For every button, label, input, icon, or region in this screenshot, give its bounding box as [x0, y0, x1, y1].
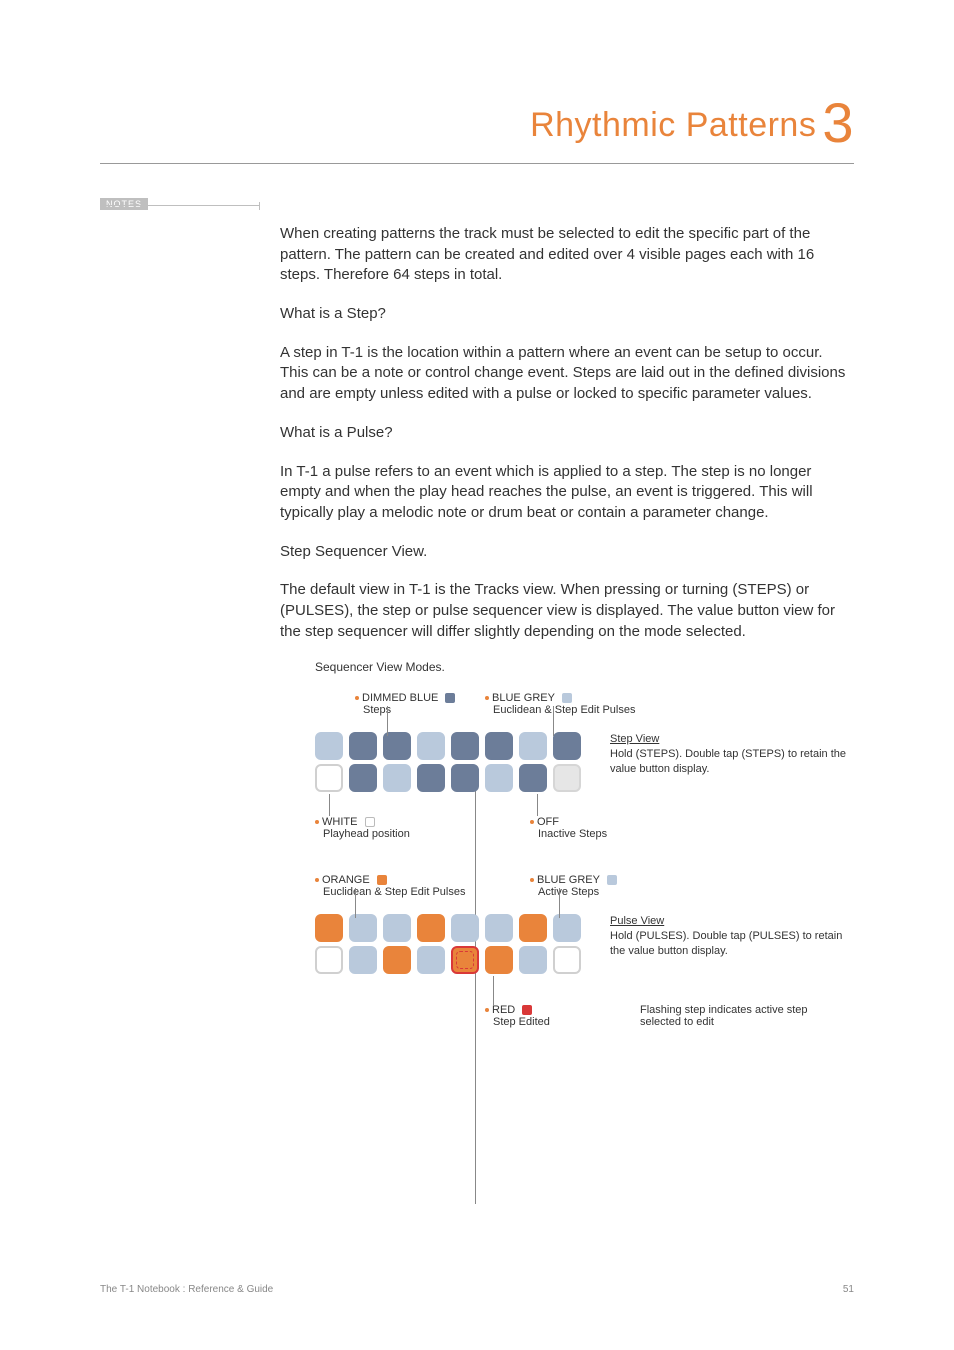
pointer-line: [537, 794, 538, 816]
legend-white: WHITE Playhead position: [315, 816, 530, 840]
bullet-icon: [315, 878, 319, 882]
pulse-cell: [485, 914, 513, 942]
bullet-icon: [485, 696, 489, 700]
chapter-number: 3: [822, 91, 854, 154]
heading-step: What is a Step?: [280, 304, 850, 325]
step-cell: [553, 764, 581, 792]
pulse-cell: [383, 946, 411, 974]
pointer-line: [559, 888, 560, 918]
pulse-cell: [315, 946, 343, 974]
pulse-cell: [519, 914, 547, 942]
swatch-icon: [365, 817, 375, 827]
pulse-cell: [417, 914, 445, 942]
legend-blue-grey: BLUE GREY Euclidean & Step Edit Pulses: [485, 692, 635, 716]
paragraph: A step in T-1 is the location within a p…: [280, 343, 850, 405]
step-cell: [349, 764, 377, 792]
pointer-line: [387, 706, 388, 736]
step-cell: [417, 732, 445, 760]
body-column: When creating patterns the track must be…: [280, 224, 850, 642]
bullet-icon: [485, 1008, 489, 1012]
bullet-icon: [530, 878, 534, 882]
step-view-note: Step View Hold (STEPS). Double tap (STEP…: [610, 732, 850, 777]
notes-sidebar: NOTES: [100, 194, 260, 206]
paragraph: When creating patterns the track must be…: [280, 224, 850, 286]
footer-page-number: 51: [843, 1284, 854, 1295]
step-cell: [417, 764, 445, 792]
pulse-cell: [417, 946, 445, 974]
paragraph: The default view in T-1 is the Tracks vi…: [280, 580, 850, 642]
bullet-icon: [355, 696, 359, 700]
swatch-icon: [562, 693, 572, 703]
step-cell: [451, 732, 479, 760]
pointer-line: [553, 706, 554, 736]
step-cell: [315, 764, 343, 792]
pulse-cell: [485, 946, 513, 974]
step-cell: [485, 732, 513, 760]
legend-dimmed-blue: DIMMED BLUE Steps: [355, 692, 485, 716]
step-cell: [519, 732, 547, 760]
swatch-icon: [522, 1005, 532, 1015]
pulse-view-note: Pulse View Hold (PULSES). Double tap (PU…: [610, 914, 850, 959]
pulse-cell: [349, 914, 377, 942]
pulse-cell: [553, 914, 581, 942]
flashing-note: Flashing step indicates active step sele…: [640, 1004, 810, 1028]
step-cell: [349, 732, 377, 760]
pulse-cell-edited: [451, 946, 479, 974]
pulse-cell: [349, 946, 377, 974]
bullet-icon: [315, 820, 319, 824]
step-cell: [383, 764, 411, 792]
pulse-cell: [383, 914, 411, 942]
pointer-line: [355, 888, 356, 918]
heading-pulse: What is a Pulse?: [280, 423, 850, 444]
pulse-cell: [519, 946, 547, 974]
chapter-title: Rhythmic Patterns: [530, 106, 816, 144]
swatch-icon: [377, 875, 387, 885]
step-cell: [519, 764, 547, 792]
swatch-icon: [445, 693, 455, 703]
step-cell: [553, 732, 581, 760]
pointer-line: [329, 794, 330, 816]
legend-red: RED Step Edited: [485, 1004, 640, 1028]
pulse-cell: [451, 914, 479, 942]
header-rule: [100, 163, 854, 164]
notes-label: NOTES: [100, 198, 148, 210]
sequencer-diagram: Sequencer View Modes. DIMMED BLUE Steps …: [315, 660, 854, 1028]
step-cell: [315, 732, 343, 760]
bullet-icon: [530, 820, 534, 824]
pointer-line: [493, 976, 494, 1006]
chapter-header: Rhythmic Patterns3: [100, 90, 854, 155]
page-footer: The T-1 Notebook : Reference & Guide 51: [100, 1284, 854, 1295]
diagram-title: Sequencer View Modes.: [315, 660, 854, 674]
diagram-divider: [475, 774, 476, 1204]
heading-seqview: Step Sequencer View.: [280, 542, 850, 563]
legend-off: OFF Inactive Steps: [530, 816, 607, 840]
step-cell: [383, 732, 411, 760]
swatch-icon: [607, 875, 617, 885]
legend-orange: ORANGE Euclidean & Step Edit Pulses: [315, 874, 530, 898]
pulse-cell: [553, 946, 581, 974]
paragraph: In T-1 a pulse refers to an event which …: [280, 462, 850, 524]
step-cell: [485, 764, 513, 792]
step-cell: [451, 764, 479, 792]
footer-book-title: The T-1 Notebook : Reference & Guide: [100, 1284, 273, 1295]
pulse-cell: [315, 914, 343, 942]
legend-blue-grey-active: BLUE GREY Active Steps: [530, 874, 617, 898]
